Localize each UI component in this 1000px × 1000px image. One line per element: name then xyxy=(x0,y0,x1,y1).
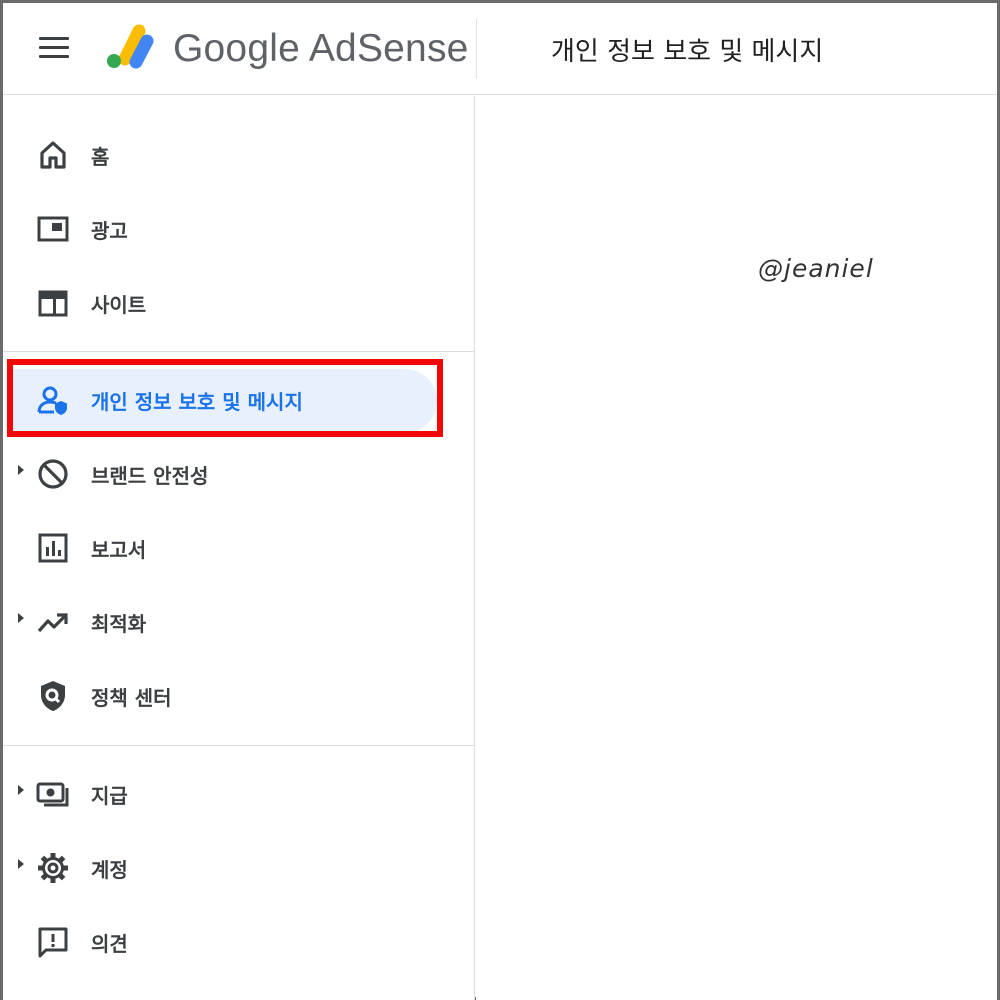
main-content-area: @jeaniel xyxy=(476,96,997,1000)
sidebar-item-label: 보고서 xyxy=(91,538,147,562)
block-icon xyxy=(38,459,68,489)
side-navigation: 홈 광고 사이트 개인 정보 보호 및 메시지 브랜드 안전성 보고서 최적화 … xyxy=(3,96,475,1000)
sidebar-item-label: 의견 xyxy=(91,932,128,956)
payments-icon xyxy=(36,782,69,807)
top-app-bar: Google AdSense 개인 정보 보호 및 메시지 xyxy=(3,3,997,95)
main-menu-button[interactable] xyxy=(39,37,71,61)
sidebar-item-label: 광고 xyxy=(91,219,128,243)
page-title: 개인 정보 보호 및 메시지 xyxy=(551,37,824,67)
trending-up-icon xyxy=(37,613,68,633)
sidebar-item-feedback[interactable]: 의견 xyxy=(3,909,475,973)
sidebar-item-label: 개인 정보 보호 및 메시지 xyxy=(91,390,303,414)
sidebar-item-reports[interactable]: 보고서 xyxy=(3,515,475,579)
menu-icon-bar xyxy=(39,46,69,49)
expand-caret-icon[interactable] xyxy=(18,859,24,869)
header-divider xyxy=(476,19,477,79)
menu-icon-bar xyxy=(39,55,69,58)
sidebar-item-privacy-messaging[interactable]: 개인 정보 보호 및 메시지 xyxy=(3,367,475,433)
gear-icon xyxy=(38,853,68,883)
home-icon xyxy=(40,141,66,169)
policy-shield-icon xyxy=(41,681,65,711)
nav-section-divider xyxy=(3,351,475,352)
privacy-icon xyxy=(37,386,67,415)
nav-section-divider xyxy=(3,745,475,746)
watermark-text: @jeaniel xyxy=(758,254,874,283)
sidebar-item-ads[interactable]: 광고 xyxy=(3,196,475,260)
sidebar-item-payments[interactable]: 지급 xyxy=(3,761,475,825)
sidebar-item-sites[interactable]: 사이트 xyxy=(3,270,475,334)
sidebar-item-label: 홈 xyxy=(91,145,110,169)
sites-icon xyxy=(38,290,68,317)
sidebar-item-label: 브랜드 안전성 xyxy=(91,464,209,488)
expand-caret-icon[interactable] xyxy=(18,613,24,623)
expand-caret-icon[interactable] xyxy=(18,785,24,795)
reports-icon xyxy=(38,533,68,563)
expand-caret-icon[interactable] xyxy=(18,465,24,475)
ads-icon xyxy=(37,216,69,242)
adsense-logo-icon[interactable] xyxy=(103,21,157,71)
sidebar-item-optimization[interactable]: 최적화 xyxy=(3,589,475,653)
sidebar-item-account[interactable]: 계정 xyxy=(3,835,475,899)
sidebar-item-home[interactable]: 홈 xyxy=(3,122,475,186)
sidebar-item-label: 최적화 xyxy=(91,612,147,636)
sidebar-item-label: 지급 xyxy=(91,784,128,808)
feedback-icon xyxy=(38,927,68,958)
sidebar-item-label: 계정 xyxy=(91,858,128,882)
app-name[interactable]: Google AdSense xyxy=(173,27,469,71)
screenshot-frame: Google AdSense 개인 정보 보호 및 메시지 홈 광고 사이트 개… xyxy=(0,0,1000,1000)
sidebar-item-label: 정책 센터 xyxy=(91,686,172,710)
menu-icon-bar xyxy=(39,37,69,40)
sidebar-item-policy-center[interactable]: 정책 센터 xyxy=(3,663,475,727)
sidebar-item-label: 사이트 xyxy=(91,293,147,317)
sidebar-item-brand-safety[interactable]: 브랜드 안전성 xyxy=(3,441,475,505)
